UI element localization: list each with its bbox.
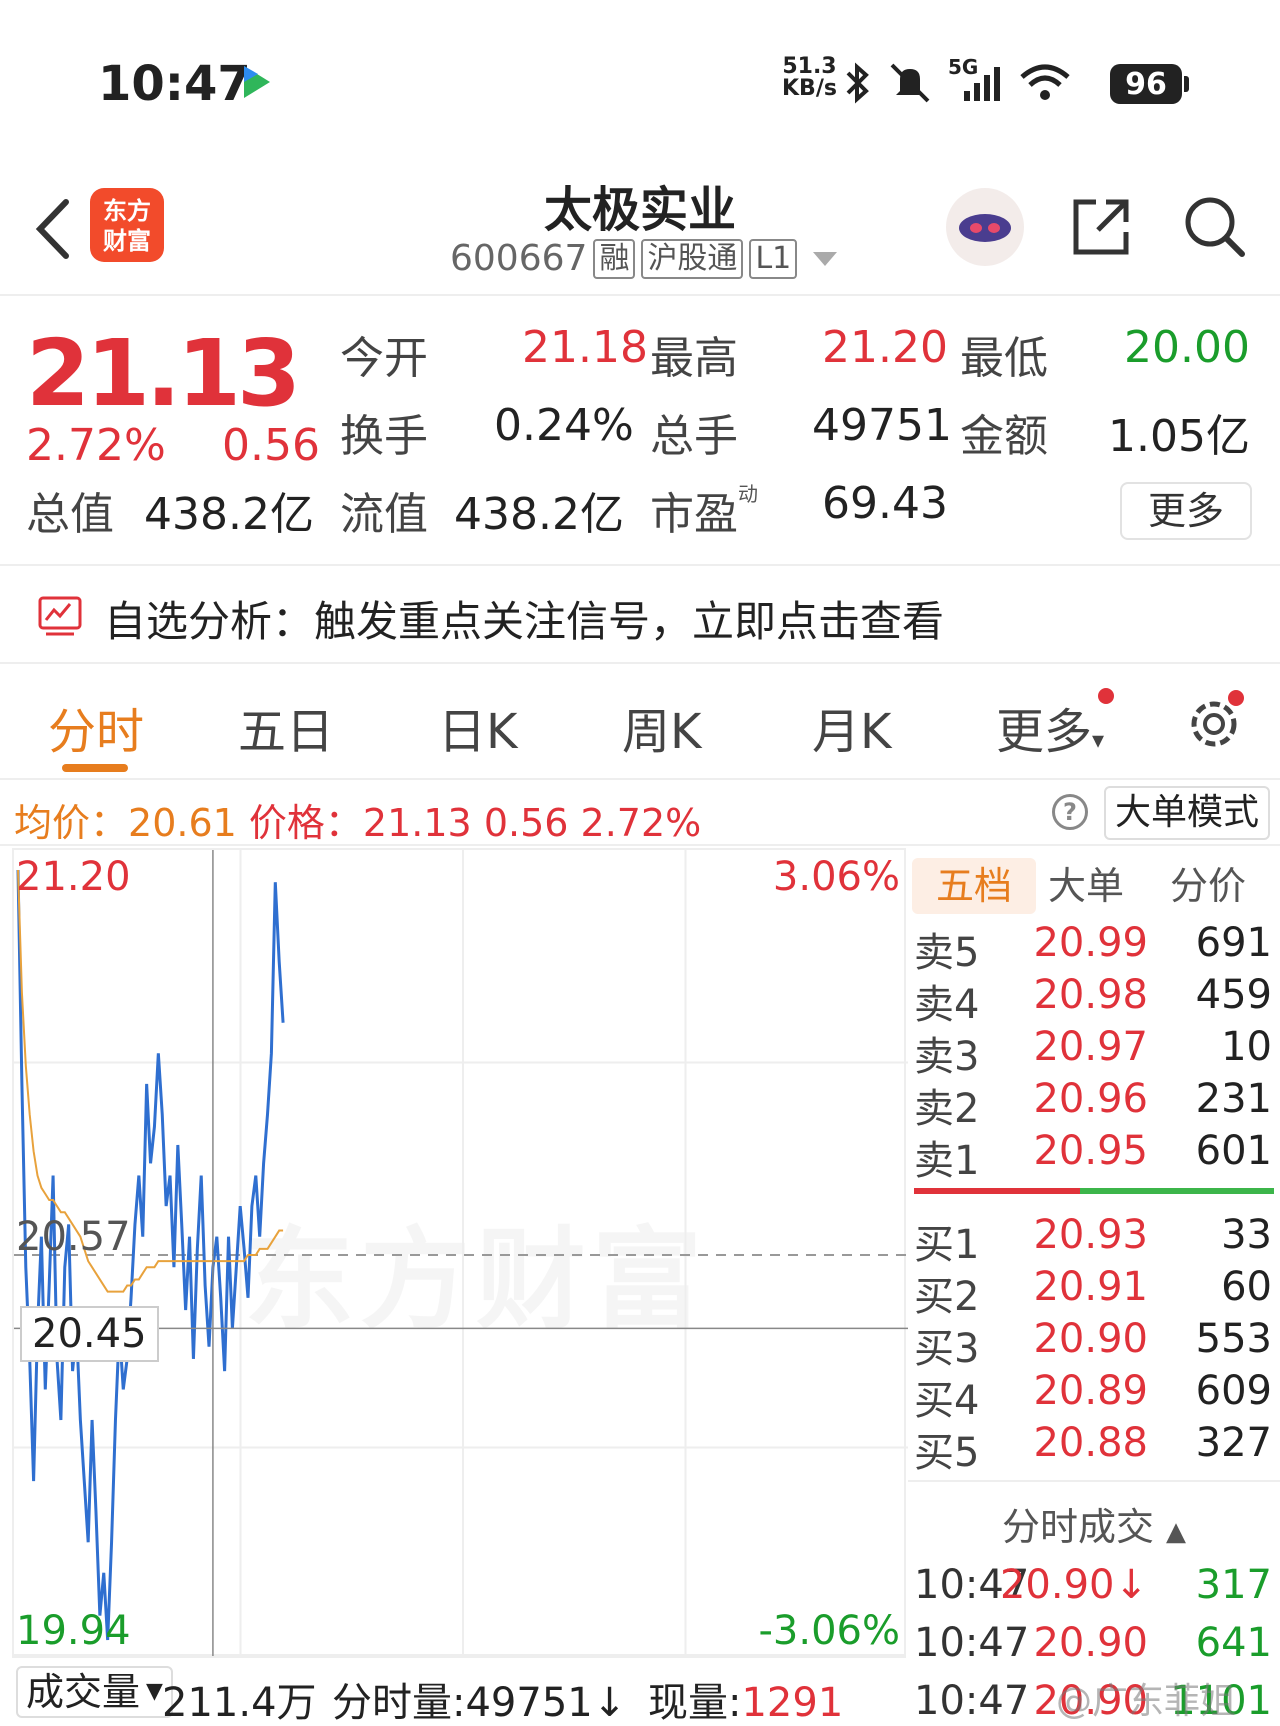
bid-row: 买4 20.89 609: [914, 1368, 1272, 1424]
bid-row: 买5 20.88 327: [914, 1420, 1272, 1476]
settings-badge: [1228, 690, 1244, 706]
tab-intraday[interactable]: 分时: [48, 692, 144, 762]
bluetooth-icon: [846, 62, 869, 104]
high-label: 最高: [650, 333, 738, 384]
ask-row: 卖1 20.95 601: [914, 1128, 1272, 1184]
intraday-chart[interactable]: 东方财富 21.20 3.06% 20.57 20.45 19.94 -3.06…: [12, 848, 908, 1658]
ask-row: 卖5 20.99 691: [914, 920, 1272, 976]
big-order-mode-button[interactable]: 大单模式: [1104, 786, 1270, 840]
analysis-banner[interactable]: 自选分析：触发重点关注信号，立即点击查看: [0, 568, 1280, 664]
open-value: 21.18: [522, 322, 648, 373]
change-percent: 2.72%: [26, 420, 166, 471]
tab-big-order[interactable]: 大单: [1048, 858, 1124, 914]
pct-value: 2.72%: [580, 801, 702, 845]
banner-text: 自选分析：触发重点关注信号，立即点击查看: [104, 597, 945, 646]
chevron-down-icon: ▾: [1092, 726, 1105, 754]
price-info-line: 均价：20.61 价格：21.13 0.56 2.72% ? 大单模式: [0, 782, 1280, 846]
volume-label: 总手: [650, 411, 738, 462]
min-pct-label: -3.06%: [758, 1608, 900, 1654]
trades-title[interactable]: 分时成交 ▲: [908, 1480, 1280, 1551]
chevron-down-icon: [813, 251, 838, 266]
indicator-selector[interactable]: 成交量 ▼: [16, 1666, 173, 1718]
bid-row: 买3 20.90 553: [914, 1316, 1272, 1372]
chevron-up-icon: ▲: [1166, 1517, 1187, 1547]
cursor-price-tag: 20.45: [20, 1306, 159, 1362]
trade-row: 10:47 20.90 641: [914, 1620, 1272, 1666]
current-volume: 现量:1291: [648, 1680, 844, 1726]
max-pct-label: 3.06%: [772, 854, 900, 900]
ask-row: 卖2 20.96 231: [914, 1076, 1272, 1132]
quote-panel: 21.13 2.72% 0.56 今开 21.18 最高 21.20 最低 20…: [0, 298, 1280, 566]
price-label: 价格：: [248, 801, 363, 845]
price-line-chart: [14, 850, 908, 1658]
float-value: 438.2亿: [454, 489, 624, 540]
stock-code: 600667: [450, 238, 588, 279]
price-value: 21.13: [362, 801, 472, 845]
period-tabs: 分时 五日 日K 周K 月K 更多▾: [0, 664, 1280, 780]
bid-row: 买1 20.93 33: [914, 1212, 1272, 1268]
tab-daily-k[interactable]: 日K: [438, 692, 517, 762]
tab-monthly-k[interactable]: 月K: [812, 692, 891, 762]
signal-icon: 5G: [948, 55, 1004, 105]
more-badge: [1098, 688, 1114, 704]
chart-signal-icon: [38, 596, 82, 636]
battery-icon: 96: [1110, 64, 1189, 104]
low-label: 最低: [960, 333, 1048, 384]
stock-code-row[interactable]: 600667 融 沪股通 L1: [450, 238, 838, 279]
turnover-label: 换手: [340, 411, 428, 462]
pe-label: 市盈动: [650, 482, 758, 540]
mcap-value: 438.2亿: [144, 489, 314, 540]
video-app-icon: [244, 66, 270, 98]
volume-bar: 成交量 ▼ 211.4万 分时量:49751↓ 现量:1291: [12, 1656, 906, 1726]
ask-row: 卖3 20.97 10: [914, 1024, 1272, 1080]
current-price: 21.13: [26, 320, 301, 427]
bid-row: 买2 20.91 60: [914, 1264, 1272, 1320]
more-button[interactable]: 更多: [1120, 482, 1252, 540]
max-price-label: 21.20: [16, 854, 131, 900]
float-label: 流值: [340, 489, 428, 540]
search-icon[interactable]: [1180, 192, 1250, 262]
period-volume: 分时量:49751↓: [332, 1680, 627, 1726]
wifi-icon: [1020, 64, 1070, 100]
tab-more[interactable]: 更多▾: [996, 692, 1104, 762]
tab-price-distribution[interactable]: 分价: [1170, 858, 1246, 914]
status-bar: 10:47 51.3 KB/s 5G 96: [0, 0, 1280, 160]
min-price-label: 19.94: [16, 1608, 131, 1654]
volume-value: 49751: [812, 400, 952, 451]
avg-label: 均价：: [14, 801, 129, 845]
share-icon[interactable]: [1068, 194, 1134, 260]
ask-row: 卖4 20.98 459: [914, 972, 1272, 1028]
open-label: 今开: [340, 333, 428, 384]
high-value: 21.20: [822, 322, 948, 373]
chg-value: 0.56: [483, 801, 569, 845]
margin-tag: 融: [593, 238, 636, 279]
tab-weekly-k[interactable]: 周K: [622, 692, 701, 762]
mute-icon: [890, 63, 930, 103]
help-icon[interactable]: ?: [1052, 794, 1088, 830]
prev-close-label: 20.57: [16, 1214, 131, 1260]
weibo-watermark: @广东菲姐: [1056, 1681, 1237, 1722]
pe-value: 69.43: [822, 478, 948, 529]
level-tag: L1: [749, 238, 798, 279]
order-book: 五档 大单 分价 卖5 20.99 691 卖4 20.98 459 卖3 20.97 10…: [908, 848, 1280, 1726]
mcap-label: 总值: [26, 489, 114, 540]
chevron-down-icon: ▼: [146, 1679, 163, 1704]
turnover-value: 0.24%: [494, 400, 634, 451]
total-volume: 211.4万: [162, 1680, 317, 1726]
stock-header: 东方 财富 太极实业 600667 融 沪股通 L1: [0, 160, 1280, 296]
avg-value: 20.61: [128, 801, 237, 845]
amount-value: 1.05亿: [1108, 411, 1250, 462]
net-speed: 51.3 KB/s: [782, 54, 837, 101]
active-tab-indicator: [62, 764, 128, 772]
bid-ask-ratio-bar: [914, 1188, 1274, 1194]
tab-five-day[interactable]: 五日: [238, 692, 334, 762]
clock: 10:47: [98, 56, 251, 112]
tab-five-level[interactable]: 五档: [912, 858, 1037, 914]
connect-tag: 沪股通: [641, 238, 744, 279]
assistant-robot-icon[interactable]: [946, 188, 1024, 266]
low-value: 20.00: [1124, 322, 1250, 373]
change-amount: 0.56: [222, 420, 320, 471]
amount-label: 金额: [960, 411, 1048, 462]
trade-row: 10:47 20.90↓ 317: [914, 1562, 1272, 1608]
